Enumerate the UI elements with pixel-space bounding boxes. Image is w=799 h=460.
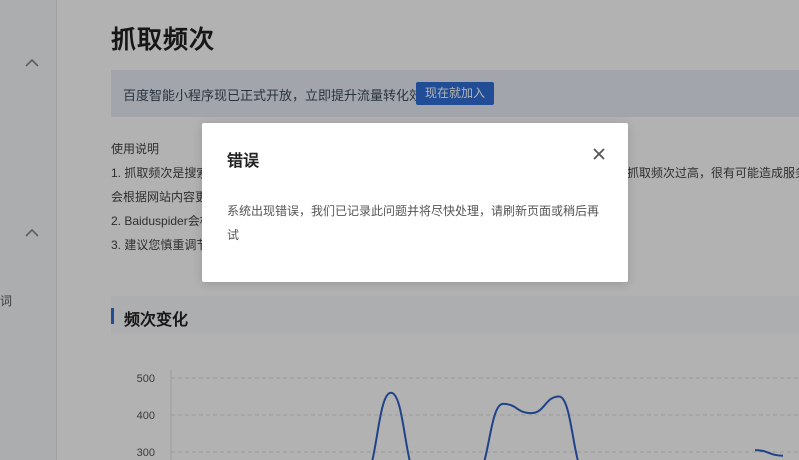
modal-title: 错误 — [227, 153, 260, 170]
close-icon[interactable] — [592, 147, 606, 161]
modal-message: 系统出现错误，我们已记录此问题并将尽快处理，请刷新页面或稍后再试 — [227, 204, 600, 242]
error-modal: 错误 系统出现错误，我们已记录此问题并将尽快处理，请刷新页面或稍后再试 — [202, 123, 628, 282]
